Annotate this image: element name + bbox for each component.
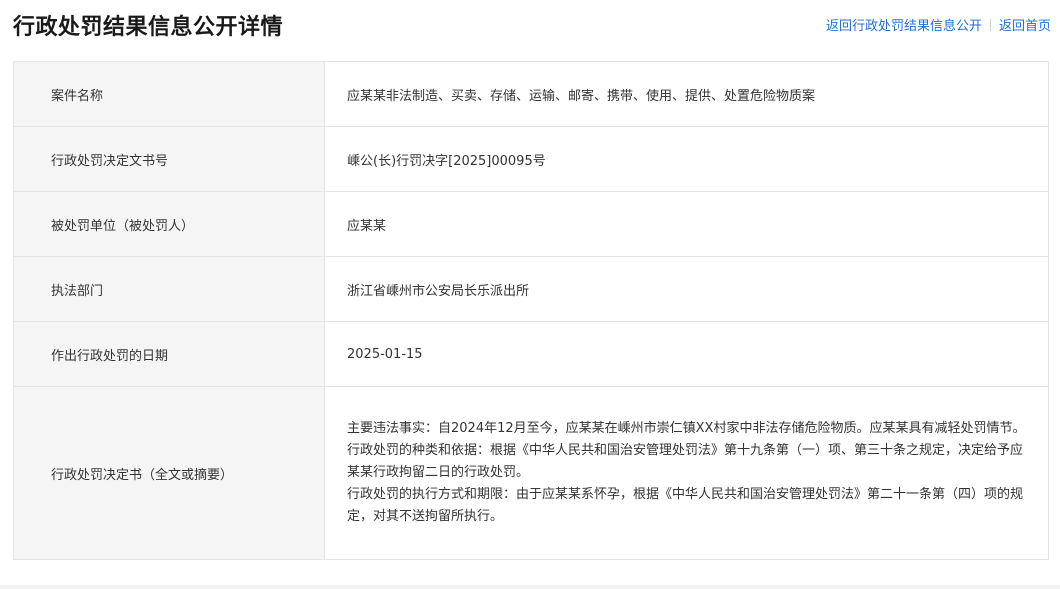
- enforcement-department-label: 执法部门: [13, 256, 325, 322]
- document-number-value: 嵊公(长)行罚决字[2025]00095号: [324, 126, 1049, 192]
- header-links: 返回行政处罚结果信息公开 返回首页: [826, 15, 1051, 34]
- page-title: 行政处罚结果信息公开详情: [13, 15, 284, 40]
- decision-date-label: 作出行政处罚的日期: [13, 321, 325, 387]
- footer-divider: [0, 585, 1060, 589]
- detail-row-case-name: 案件名称 应某某非法制造、买卖、存储、运输、邮寄、携带、使用、提供、处置危险物质…: [13, 61, 1049, 127]
- enforcement-department-value: 浙江省嵊州市公安局长乐派出所: [324, 256, 1049, 322]
- decision-paragraph-execution: 行政处罚的执行方式和期限：由于应某某系怀孕，根据《中华人民共和国治安管理处罚法》…: [347, 487, 1024, 524]
- detail-table: 案件名称 应某某非法制造、买卖、存储、运输、邮寄、携带、使用、提供、处置危险物质…: [13, 61, 1049, 560]
- detail-row-decision-document: 行政处罚决定书（全文或摘要） 主要违法事实：自2024年12月至今，应某某在嵊州…: [13, 386, 1049, 560]
- penalized-party-value: 应某某: [324, 191, 1049, 257]
- decision-paragraph-basis: 行政处罚的种类和依据：根据《中华人民共和国治安管理处罚法》第十九条第（一）项、第…: [347, 443, 1024, 480]
- decision-document-value: 主要违法事实：自2024年12月至今，应某某在嵊州市崇仁镇XX村家中非法存储危险…: [324, 386, 1049, 560]
- detail-row-document-number: 行政处罚决定文书号 嵊公(长)行罚决字[2025]00095号: [13, 126, 1049, 192]
- page-header: 行政处罚结果信息公开详情 返回行政处罚结果信息公开 返回首页: [13, 0, 1053, 48]
- case-name-label: 案件名称: [13, 61, 325, 127]
- link-divider: [989, 18, 991, 31]
- penalized-party-label: 被处罚单位（被处罚人）: [13, 191, 325, 257]
- decision-paragraph-facts: 主要违法事实：自2024年12月至今，应某某在嵊州市崇仁镇XX村家中非法存储危险…: [347, 421, 1026, 436]
- case-name-value: 应某某非法制造、买卖、存储、运输、邮寄、携带、使用、提供、处置危险物质案: [324, 61, 1049, 127]
- decision-document-label: 行政处罚决定书（全文或摘要）: [13, 386, 325, 560]
- detail-row-decision-date: 作出行政处罚的日期 2025-01-15: [13, 321, 1049, 387]
- decision-date-value: 2025-01-15: [324, 321, 1049, 387]
- detail-row-penalized-party: 被处罚单位（被处罚人） 应某某: [13, 191, 1049, 257]
- detail-row-enforcement-department: 执法部门 浙江省嵊州市公安局长乐派出所: [13, 256, 1049, 322]
- page: 行政处罚结果信息公开详情 返回行政处罚结果信息公开 返回首页 案件名称 应某某非…: [0, 0, 1060, 589]
- back-to-list-link[interactable]: 返回行政处罚结果信息公开: [826, 15, 982, 34]
- back-home-link[interactable]: 返回首页: [999, 15, 1051, 34]
- document-number-label: 行政处罚决定文书号: [13, 126, 325, 192]
- decision-text: 主要违法事实：自2024年12月至今，应某某在嵊州市崇仁镇XX村家中非法存储危险…: [347, 418, 1028, 528]
